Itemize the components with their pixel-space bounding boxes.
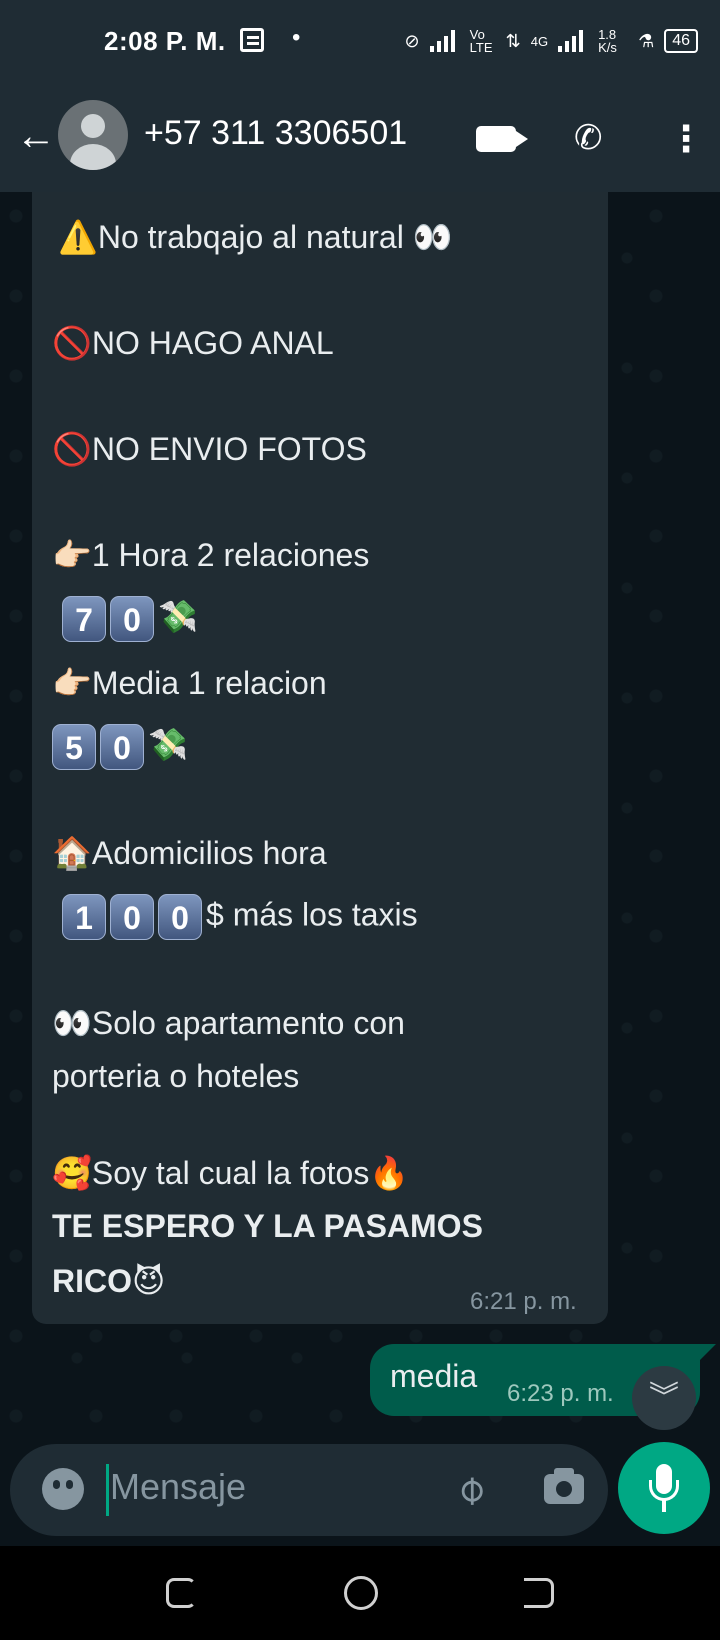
message-line: 👉🏻1 Hora 2 relaciones — [52, 537, 370, 573]
volte-label: Vo LTE — [469, 27, 493, 55]
message-input[interactable] — [110, 1466, 430, 1508]
money-wings-icon: 💸 — [148, 725, 188, 764]
back-icon[interactable] — [524, 1578, 554, 1608]
speed-label: 1.8 K/s — [598, 27, 617, 55]
message-line: 🥰Soy tal cual la fotos🔥 — [52, 1155, 410, 1191]
signal-icon — [429, 30, 460, 52]
price-70-line: 7 0 💸 — [62, 596, 198, 642]
contact-name[interactable]: +57 311 3306501 — [144, 114, 407, 153]
avatar[interactable] — [58, 100, 128, 170]
dnd-icon: ⊘ — [404, 30, 420, 51]
message-line-bold: RICO😈 — [52, 1263, 166, 1299]
mic-icon[interactable] — [618, 1442, 710, 1534]
network-type-label: 4G — [530, 33, 549, 49]
signal-2-icon — [558, 30, 588, 52]
notes-icon — [240, 28, 264, 52]
status-time: 2:08 P. M. — [104, 26, 226, 56]
system-nav-bar — [0, 1546, 720, 1640]
arrow-left-icon[interactable]: ← — [16, 116, 56, 156]
keycap-1: 1 — [62, 894, 106, 940]
price-100-line: 1 0 0 $ más los taxis — [62, 894, 418, 940]
lab-flask-icon: ⚗ — [638, 30, 655, 51]
camera-icon[interactable] — [544, 1468, 584, 1504]
message-line: 👉🏻Media 1 relacion — [52, 665, 327, 701]
mic-stem — [662, 1500, 666, 1512]
battery-icon: 46 — [664, 29, 698, 53]
outgoing-message-time: 6:23 p. m. — [507, 1380, 614, 1407]
keycap-0: 0 — [100, 724, 144, 770]
keycap-0: 0 — [158, 894, 202, 940]
message-line: porteria o hoteles — [52, 1058, 300, 1094]
message-line-bold: TE ESPERO Y LA PASAMOS — [52, 1208, 483, 1244]
chevron-double-down-icon[interactable]: ︾ — [632, 1366, 696, 1430]
price-50-line: 5 0 💸 — [52, 724, 188, 770]
text-cursor — [106, 1464, 109, 1516]
phone-icon[interactable]: ✆ — [574, 118, 603, 158]
emoji-icon[interactable] — [42, 1468, 84, 1510]
home-icon[interactable] — [344, 1576, 378, 1610]
data-transfer-icon: ⇅ — [505, 30, 521, 51]
keycap-7: 7 — [62, 596, 106, 642]
message-line: ⚠️No trabqajo al natural 👀 — [58, 219, 453, 255]
status-bar: 2:08 P. M. • ⊘ Vo LTE ⇅ 4G 1.8 K/s ⚗ 46 — [0, 22, 720, 62]
top-bar: 2:08 P. M. • ⊘ Vo LTE ⇅ 4G 1.8 K/s ⚗ 46 … — [0, 0, 720, 192]
message-composer: ⌀ — [10, 1444, 608, 1536]
keycap-0: 0 — [110, 596, 154, 642]
paperclip-icon[interactable]: ⌀ — [445, 1464, 495, 1514]
message-line: 🏠Adomicilios hora — [52, 835, 327, 871]
message-line: 🚫NO HAGO ANAL — [52, 325, 334, 361]
message-line: 👀Solo apartamento con — [52, 1005, 405, 1041]
outgoing-message-text: media — [390, 1358, 478, 1394]
more-vertical-icon[interactable]: ⋮ — [668, 118, 704, 160]
status-icons: ⊘ Vo LTE ⇅ 4G 1.8 K/s ⚗ 46 — [405, 28, 698, 54]
incoming-message-time: 6:21 p. m. — [470, 1288, 577, 1315]
keycap-0: 0 — [110, 894, 154, 940]
video-call-icon[interactable] — [476, 126, 528, 152]
chat-header: ← +57 311 3306501 ✆ ⋮ — [0, 96, 720, 176]
money-wings-icon: 💸 — [158, 597, 198, 636]
message-line: 🚫NO ENVIO FOTOS — [52, 431, 367, 467]
price-suffix: $ más los taxis — [206, 896, 418, 933]
recent-apps-icon[interactable] — [166, 1578, 196, 1608]
keycap-5: 5 — [52, 724, 96, 770]
notification-dot: • — [292, 24, 301, 51]
